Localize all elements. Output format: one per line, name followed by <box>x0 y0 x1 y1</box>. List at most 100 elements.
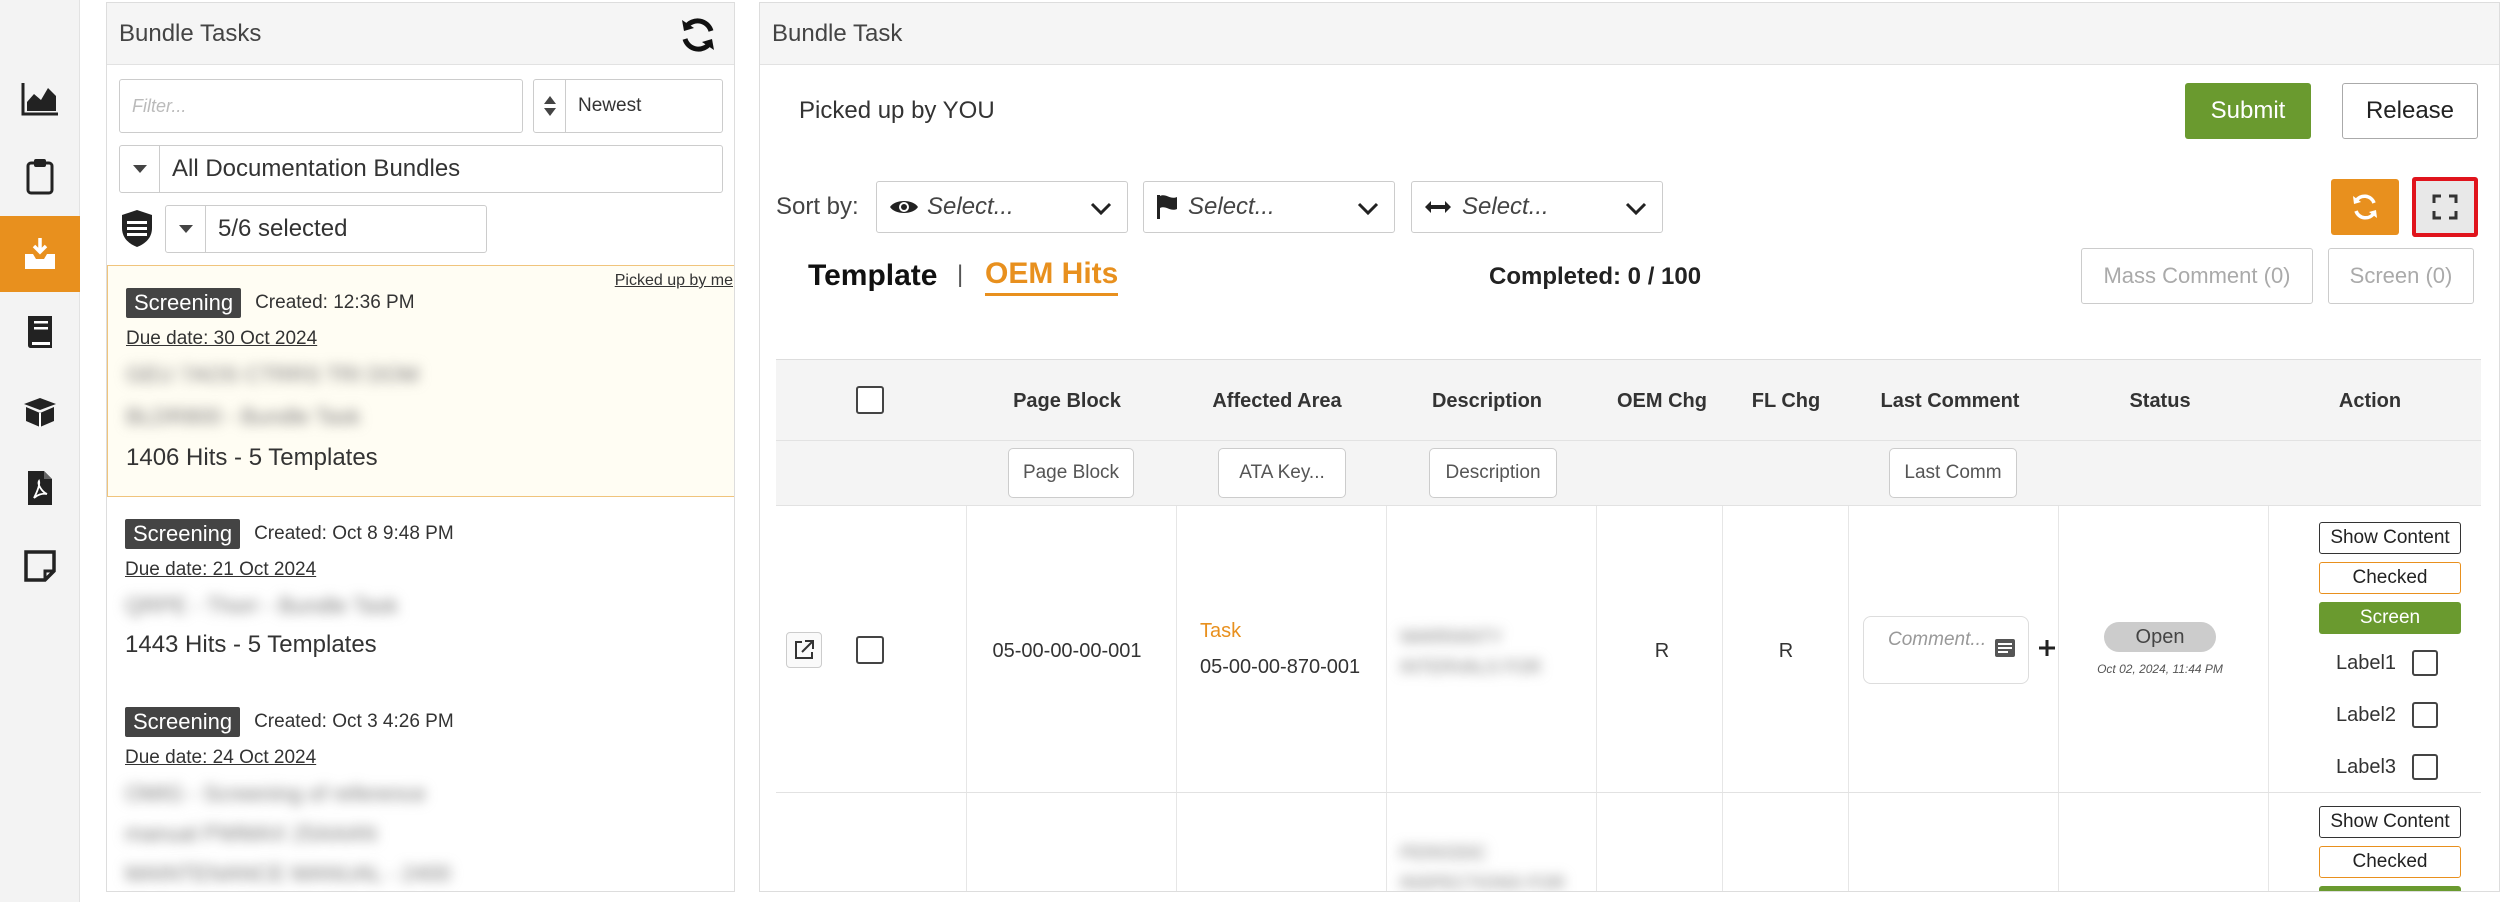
mass-comment-button[interactable]: Mass Comment (0) <box>2081 248 2313 304</box>
nav-packages[interactable] <box>0 372 80 448</box>
sort-flag-select[interactable]: Select... <box>1143 181 1395 233</box>
picked-up-link[interactable]: Picked up by me <box>615 272 733 290</box>
sort-visibility-select[interactable]: Select... <box>876 181 1128 233</box>
tab-separator: | <box>957 261 964 288</box>
label1-checkbox[interactable] <box>2412 650 2439 676</box>
sort-width-select[interactable]: Select... <box>1411 181 1663 233</box>
label1-option[interactable]: Label1 <box>2336 650 2439 676</box>
chevron-down-icon <box>1625 202 1647 216</box>
header-last-comment[interactable]: Last Comment <box>1850 390 2050 413</box>
comment-input[interactable]: Comment... <box>1863 616 2029 684</box>
add-icon[interactable] <box>2037 638 2057 658</box>
header-action: Action <box>2338 390 2402 412</box>
header-description[interactable]: Description <box>1392 390 1582 413</box>
bundle-name: QRPE - Thorr - Bundle Task <box>125 593 399 618</box>
hits-table: Page Block Affected Area Description OEM… <box>776 359 2481 892</box>
header-status[interactable]: Status <box>2060 390 2260 413</box>
status-badge: Screening <box>125 519 241 549</box>
status-badge: Screening <box>126 288 242 318</box>
external-link-icon <box>795 640 814 659</box>
row-checkbox[interactable] <box>856 636 884 664</box>
header-affected-area[interactable]: Affected Area <box>1182 390 1372 413</box>
ata-key-filter[interactable]: ATA Key... <box>1218 448 1346 498</box>
label3-checkbox[interactable] <box>2412 754 2439 780</box>
filter-input[interactable]: Filter... <box>119 79 523 133</box>
open-external-button[interactable] <box>786 632 822 668</box>
sticky-note-icon <box>24 550 56 582</box>
bundle-task-header: Bundle Task <box>760 3 2499 65</box>
header-oem-chg[interactable]: OEM Chg <box>1602 390 1722 413</box>
hits-count: 1443 Hits - 5 Templates <box>125 631 377 658</box>
area-chart-icon <box>21 83 58 116</box>
hits-count: 1406 Hits - 5 Templates <box>126 444 378 471</box>
submit-button[interactable]: Submit <box>2185 83 2311 139</box>
header-fl-chg[interactable]: FL Chg <box>1731 390 1841 413</box>
bundle-subtitle: MAINTENANCE MANUAL - 2400 <box>125 861 451 886</box>
panel-title: Bundle Task <box>772 19 903 47</box>
status-multi-select[interactable]: 5/6 selected <box>165 205 487 253</box>
release-button[interactable]: Release <box>2342 83 2478 139</box>
expand-icon <box>2432 194 2458 220</box>
bundle-card[interactable]: Picked up by me Screening Created: 12:36… <box>107 265 734 497</box>
screen-button[interactable]: Screen <box>2319 602 2461 634</box>
open-box-icon <box>24 398 56 427</box>
tab-oem-hits[interactable]: OEM Hits <box>985 257 1119 296</box>
screen-button[interactable] <box>2319 886 2461 891</box>
caret-down-icon <box>166 206 206 252</box>
nav-bundles[interactable] <box>0 216 80 292</box>
bundle-tasks-header: Bundle Tasks <box>107 3 734 65</box>
refresh-table-button[interactable] <box>2331 179 2399 235</box>
bundle-card[interactable]: Screening Created: Oct 8 9:48 PM Due dat… <box>107 513 734 683</box>
bundle-name: GEU 7AOS CTRRS TRI DOM <box>126 362 419 387</box>
sort-icon <box>534 80 566 132</box>
page-block-cell: 05-00-00-00-001 <box>992 640 1142 662</box>
screen-count-button[interactable]: Screen (0) <box>2328 248 2474 304</box>
status-date: Oct 02, 2024, 11:44 PM <box>2097 662 2223 676</box>
comment-template-icon[interactable] <box>1994 637 2016 659</box>
nav-notes[interactable] <box>0 528 80 604</box>
bundle-subtitle: BLDR800 - Bundle Task <box>126 404 361 429</box>
nav-analytics[interactable] <box>0 60 80 136</box>
due-date: Due date: 21 Oct 2024 <box>125 559 317 580</box>
created-time: Created: 12:36 PM <box>255 292 415 313</box>
side-nav <box>0 0 80 902</box>
chevron-down-icon <box>1357 202 1379 216</box>
show-content-button[interactable]: Show Content <box>2319 522 2461 554</box>
refresh-icon[interactable] <box>678 15 718 55</box>
sort-by-label: Sort by: <box>776 193 859 220</box>
checked-button[interactable]: Checked <box>2319 846 2461 878</box>
show-content-button[interactable]: Show Content <box>2319 806 2461 838</box>
nav-pdf[interactable] <box>0 450 80 526</box>
created-time: Created: Oct 8 9:48 PM <box>254 523 454 544</box>
bundle-tasks-panel: Bundle Tasks Filter... Newest All Docume… <box>106 2 735 892</box>
affected-area-type[interactable]: Task <box>1200 620 1241 643</box>
flag-icon <box>1157 195 1177 219</box>
page-block-filter[interactable]: Page Block <box>1008 448 1134 498</box>
label2-checkbox[interactable] <box>2412 702 2439 728</box>
bundle-task-panel: Bundle Task Picked up by YOU Submit Rele… <box>759 2 2500 892</box>
header-page-block[interactable]: Page Block <box>972 390 1162 413</box>
refresh-icon <box>2353 194 2377 220</box>
nav-tasks[interactable] <box>0 138 80 214</box>
bundle-filter-select[interactable]: All Documentation Bundles <box>119 145 723 193</box>
nav-documentation[interactable] <box>0 294 80 370</box>
checked-button[interactable]: Checked <box>2319 562 2461 594</box>
description-filter[interactable]: Description <box>1429 448 1557 498</box>
chevron-down-icon <box>1090 202 1112 216</box>
description-cell: PERIODIC INSPECTIONS FOR <box>1400 843 1566 892</box>
tab-template[interactable]: Template <box>808 259 937 293</box>
panel-title: Bundle Tasks <box>119 19 262 47</box>
inbox-download-icon <box>25 238 55 269</box>
bundle-card[interactable]: Screening Created: Oct 3 4:26 PM Due dat… <box>107 701 734 891</box>
eye-icon <box>890 201 918 213</box>
last-comment-filter[interactable]: Last Comm <box>1889 448 2017 498</box>
due-date: Due date: 24 Oct 2024 <box>125 747 317 768</box>
sort-select[interactable]: Newest <box>533 79 723 133</box>
select-all-checkbox[interactable] <box>856 386 884 414</box>
label2-option[interactable]: Label2 <box>2336 702 2439 728</box>
label3-option[interactable]: Label3 <box>2336 754 2439 780</box>
oem-chg-cell: R <box>1654 640 1670 662</box>
due-date: Due date: 30 Oct 2024 <box>126 328 318 349</box>
arrows-horizontal-icon <box>1425 201 1451 213</box>
fullscreen-button[interactable] <box>2412 177 2478 237</box>
